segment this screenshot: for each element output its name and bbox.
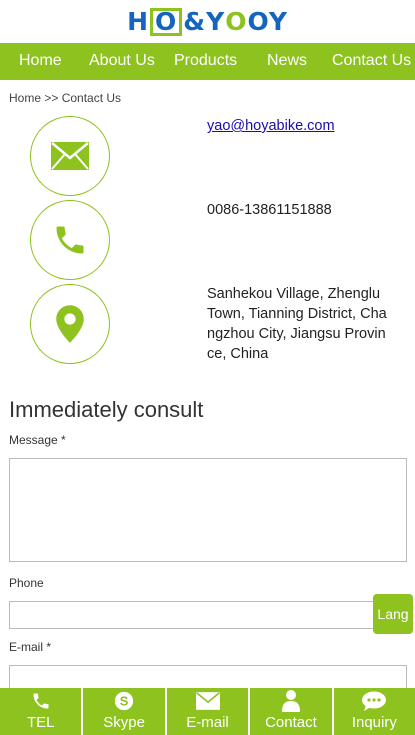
address-info: Sanhekou Village, Zhenglu Town, Tianning… xyxy=(207,286,387,362)
nav-item-home[interactable]: Home xyxy=(19,52,62,70)
person-icon xyxy=(281,690,300,712)
svg-text:S: S xyxy=(120,694,129,709)
email-circle xyxy=(30,116,110,196)
email-link[interactable]: yao@hoyabike.com xyxy=(207,118,335,134)
bottom-tel-button[interactable]: TEL xyxy=(0,688,84,735)
phone-label: Phone xyxy=(9,576,44,590)
bottom-skype-label: Skype xyxy=(103,714,145,731)
bottom-bar: TEL S Skype E-mail Contact Inquiry xyxy=(0,688,415,735)
nav-item-products[interactable]: Products xyxy=(174,52,237,70)
consult-title: Immediately consult xyxy=(9,397,204,422)
phone-icon xyxy=(56,226,84,254)
email-info: yao@hoyabike.com xyxy=(207,116,335,136)
bottom-contact-button[interactable]: Contact xyxy=(250,688,334,735)
logo-accent-letter: O xyxy=(225,7,248,36)
logo-letters: &Y xyxy=(183,7,226,36)
phone-info: 0086-13861151888 xyxy=(207,202,332,218)
location-pin-icon xyxy=(56,305,84,343)
logo-letter: H xyxy=(127,7,150,36)
chat-bubble-icon xyxy=(362,690,387,712)
bottom-inquiry-button[interactable]: Inquiry xyxy=(334,688,415,735)
language-button[interactable]: Lang xyxy=(373,594,413,634)
main-nav: Home About Us Products News Contact Us xyxy=(0,43,415,80)
phone-field[interactable] xyxy=(9,601,407,629)
envelope-icon xyxy=(51,142,89,170)
phone-circle xyxy=(30,200,110,280)
bottom-skype-button[interactable]: S Skype xyxy=(83,688,167,735)
bottom-email-button[interactable]: E-mail xyxy=(167,688,251,735)
logo-letters-end: OY xyxy=(247,7,288,36)
bottom-contact-label: Contact xyxy=(265,714,317,731)
skype-icon: S xyxy=(113,690,135,712)
bottom-tel-label: TEL xyxy=(26,714,55,731)
site-header: H O &Y O OY xyxy=(0,0,415,43)
envelope-icon xyxy=(195,690,220,712)
location-circle xyxy=(30,284,110,364)
nav-item-news[interactable]: News xyxy=(267,52,307,70)
bottom-email-label: E-mail xyxy=(186,714,229,731)
phone-icon xyxy=(31,690,51,712)
breadcrumb: Home >> Contact Us xyxy=(9,91,122,105)
message-label: Message * xyxy=(9,433,66,447)
email-label: E-mail * xyxy=(9,640,52,654)
nav-item-about-us[interactable]: About Us xyxy=(89,52,155,70)
message-field[interactable] xyxy=(9,458,407,562)
brand-logo[interactable]: H O &Y O OY xyxy=(127,7,288,36)
logo-box-letter: O xyxy=(150,7,183,36)
bottom-inquiry-label: Inquiry xyxy=(351,714,397,731)
nav-item-contact-us[interactable]: Contact Us xyxy=(332,52,411,70)
